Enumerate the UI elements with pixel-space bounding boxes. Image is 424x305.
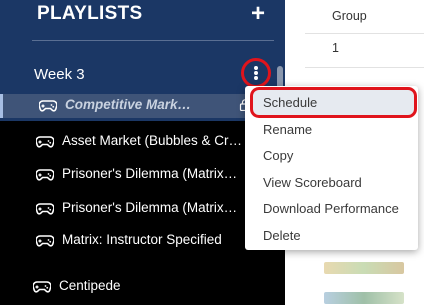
gamepad-icon: [39, 100, 57, 112]
menu-item-schedule[interactable]: Schedule: [250, 87, 417, 118]
group-cell: 1: [332, 41, 339, 55]
playlist-item-label: Prisoner's Dilemma (Matrix…: [62, 200, 238, 215]
playlist-context-menu: Schedule Rename Copy View Scoreboard Dow…: [245, 86, 418, 250]
playlist-item-prisoners-dilemma-1[interactable]: Prisoner's Dilemma (Matrix…: [0, 163, 285, 187]
playlist-options-button[interactable]: [241, 58, 271, 88]
plus-icon: +: [250, 0, 265, 27]
playlist-item-matrix-instructor[interactable]: Matrix: Instructor Specified: [0, 229, 285, 253]
playlists-sidebar: PLAYLISTS + Week 3 Competitive Mark… Ass…: [0, 0, 285, 305]
menu-item-rename[interactable]: Rename: [263, 122, 312, 137]
group-column-header: Group: [332, 9, 367, 23]
game-thumbnail[interactable]: [324, 262, 404, 274]
playlist-item-label: Matrix: Instructor Specified: [62, 232, 222, 247]
playlist-item-asset-market[interactable]: Asset Market (Bubbles & Cr…: [0, 130, 285, 154]
game-thumbnail[interactable]: [324, 292, 404, 304]
divider: [305, 67, 424, 68]
playlist-item-label: Competitive Mark…: [65, 97, 192, 112]
header-divider: [32, 40, 274, 41]
playlist-item-prisoners-dilemma-2[interactable]: Prisoner's Dilemma (Matrix…: [0, 197, 285, 221]
divider: [305, 33, 424, 34]
playlist-week-label[interactable]: Week 3: [34, 66, 85, 83]
add-playlist-button[interactable]: +: [247, 1, 269, 27]
menu-item-delete[interactable]: Delete: [263, 228, 301, 243]
gamepad-icon: [36, 136, 54, 148]
menu-item-copy[interactable]: Copy: [263, 148, 293, 163]
gamepad-icon: [33, 281, 51, 293]
kebab-menu-icon: [254, 66, 258, 80]
playlist-item-label: Asset Market (Bubbles & Cr…: [62, 133, 243, 148]
playlist-item-label: Centipede: [59, 278, 121, 293]
gamepad-icon: [36, 235, 54, 247]
playlist-item-competitive-market[interactable]: Competitive Mark…: [0, 94, 285, 118]
playlist-item-centipede[interactable]: Centipede: [0, 275, 285, 299]
menu-item-view-scoreboard[interactable]: View Scoreboard: [263, 175, 362, 190]
gamepad-icon: [36, 203, 54, 215]
menu-item-download-performance[interactable]: Download Performance: [263, 201, 399, 216]
playlists-title: PLAYLISTS: [37, 3, 143, 24]
gamepad-icon: [36, 169, 54, 181]
playlist-item-label: Prisoner's Dilemma (Matrix…: [62, 166, 238, 181]
